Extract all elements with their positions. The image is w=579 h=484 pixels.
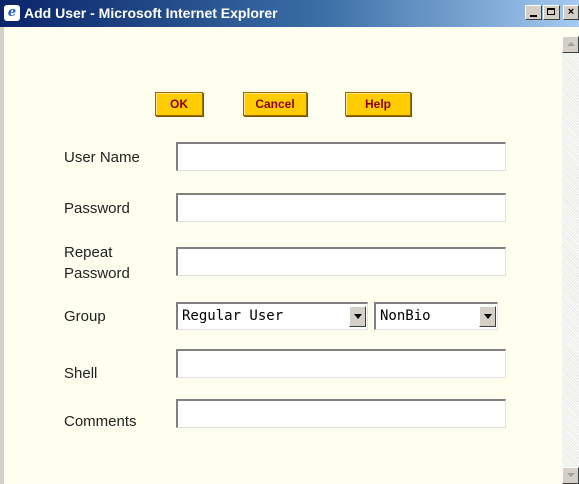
group-select[interactable]: Regular User: [176, 302, 368, 330]
title-bar[interactable]: e Add User - Microsoft Internet Explorer…: [0, 0, 579, 27]
ie-logo-icon: e: [4, 5, 20, 21]
chevron-down-icon[interactable]: [479, 306, 496, 327]
password-input[interactable]: [176, 193, 506, 222]
username-label: User Name: [64, 149, 140, 166]
biometric-select[interactable]: NonBio: [374, 302, 498, 330]
shell-input[interactable]: [176, 349, 506, 378]
repeat-password-input[interactable]: [176, 247, 506, 276]
comments-label: Comments: [64, 413, 137, 430]
repeat-password-label-line2: Password: [64, 265, 130, 282]
chevron-down-icon[interactable]: [349, 306, 366, 327]
repeat-password-label-line1: Repeat: [64, 244, 113, 261]
username-input[interactable]: [176, 142, 506, 171]
shell-label: Shell: [64, 365, 98, 382]
scroll-down-arrow-icon[interactable]: [562, 467, 579, 484]
close-button[interactable]: ×: [563, 5, 579, 20]
window-frame-left: [0, 27, 4, 484]
cancel-button[interactable]: Cancel: [243, 92, 307, 116]
browser-window: e Add User - Microsoft Internet Explorer…: [0, 0, 579, 484]
ok-button[interactable]: OK: [155, 92, 203, 116]
window-title: Add User - Microsoft Internet Explorer: [24, 5, 278, 21]
maximize-button[interactable]: [543, 5, 560, 20]
group-select-value: Regular User: [182, 308, 284, 324]
password-label: Password: [64, 200, 130, 217]
help-button[interactable]: Help: [345, 92, 411, 116]
group-label: Group: [64, 308, 106, 325]
comments-input[interactable]: [176, 399, 506, 428]
vertical-scrollbar[interactable]: [562, 36, 579, 484]
scroll-up-arrow-icon[interactable]: [562, 36, 579, 53]
biometric-select-value: NonBio: [380, 308, 431, 324]
minimize-button[interactable]: [525, 5, 542, 20]
